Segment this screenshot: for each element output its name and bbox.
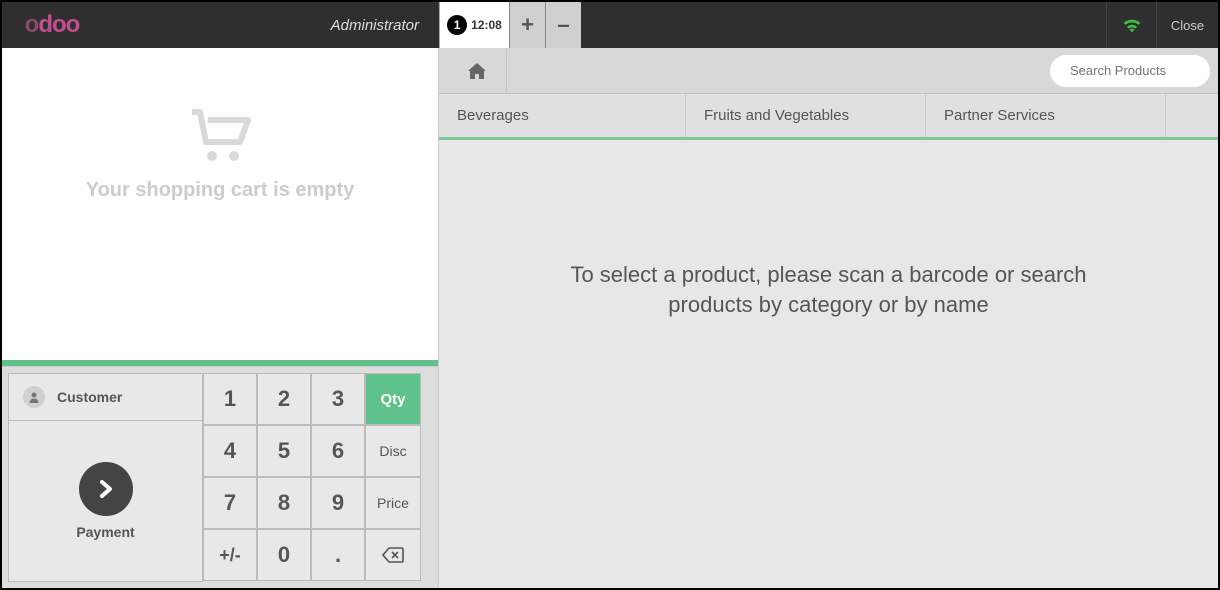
connection-status[interactable] xyxy=(1106,2,1156,48)
right-pane: Beverages Fruits and Vegetables Partner … xyxy=(439,48,1218,588)
user-label[interactable]: Administrator xyxy=(94,2,439,48)
logo: odoo xyxy=(2,2,94,48)
numpad-3[interactable]: 3 xyxy=(311,373,365,425)
action-pad: Customer Payment 1 2 3 Qty 4 5 xyxy=(2,366,438,588)
category-fruits-vegetables[interactable]: Fruits and Vegetables xyxy=(686,94,926,137)
category-beverages[interactable]: Beverages xyxy=(439,94,686,137)
product-area: To select a product, please scan a barco… xyxy=(439,140,1218,588)
new-order-button[interactable]: + xyxy=(509,2,545,48)
numpad-9[interactable]: 9 xyxy=(311,477,365,529)
cart-area: Your shopping cart is empty xyxy=(2,48,438,360)
category-partner-services[interactable]: Partner Services xyxy=(926,94,1166,137)
top-header: odoo Administrator 1 12:08 + – Close xyxy=(2,2,1218,48)
home-button[interactable] xyxy=(447,49,507,93)
product-hint: To select a product, please scan a barco… xyxy=(549,260,1109,319)
numpad: 1 2 3 Qty 4 5 6 Disc 7 8 9 Price +/- 0 . xyxy=(203,373,432,582)
cart-empty-text: Your shopping cart is empty xyxy=(86,179,355,202)
customer-label: Customer xyxy=(57,389,122,405)
home-icon xyxy=(466,61,488,81)
order-tab[interactable]: 1 12:08 xyxy=(439,2,509,48)
payment-label: Payment xyxy=(76,524,134,540)
breadcrumb-bar xyxy=(439,48,1218,94)
search-box[interactable] xyxy=(1050,55,1210,87)
cart-icon xyxy=(188,108,252,169)
wifi-icon xyxy=(1122,17,1142,33)
numpad-5[interactable]: 5 xyxy=(257,425,311,477)
payment-button[interactable]: Payment xyxy=(8,421,203,582)
close-button[interactable]: Close xyxy=(1156,2,1218,48)
numpad-mode-price[interactable]: Price xyxy=(365,477,421,529)
numpad-4[interactable]: 4 xyxy=(203,425,257,477)
left-pane: Your shopping cart is empty Customer xyxy=(2,48,439,588)
numpad-7[interactable]: 7 xyxy=(203,477,257,529)
order-time: 12:08 xyxy=(471,18,502,32)
plus-icon: + xyxy=(521,12,534,38)
numpad-8[interactable]: 8 xyxy=(257,477,311,529)
numpad-mode-disc[interactable]: Disc xyxy=(365,425,421,477)
numpad-2[interactable]: 2 xyxy=(257,373,311,425)
category-row: Beverages Fruits and Vegetables Partner … xyxy=(439,94,1218,140)
numpad-backspace[interactable] xyxy=(365,529,421,581)
customer-button[interactable]: Customer xyxy=(8,373,203,421)
delete-order-button[interactable]: – xyxy=(545,2,581,48)
numpad-dot[interactable]: . xyxy=(311,529,365,581)
numpad-sign[interactable]: +/- xyxy=(203,529,257,581)
minus-icon: – xyxy=(557,12,569,38)
order-number-badge: 1 xyxy=(447,15,467,35)
numpad-1[interactable]: 1 xyxy=(203,373,257,425)
numpad-6[interactable]: 6 xyxy=(311,425,365,477)
search-input[interactable] xyxy=(1070,63,1220,78)
backspace-icon xyxy=(382,547,404,563)
user-icon xyxy=(23,386,45,408)
chevron-right-icon xyxy=(79,462,133,516)
numpad-mode-qty[interactable]: Qty xyxy=(365,373,421,425)
numpad-0[interactable]: 0 xyxy=(257,529,311,581)
